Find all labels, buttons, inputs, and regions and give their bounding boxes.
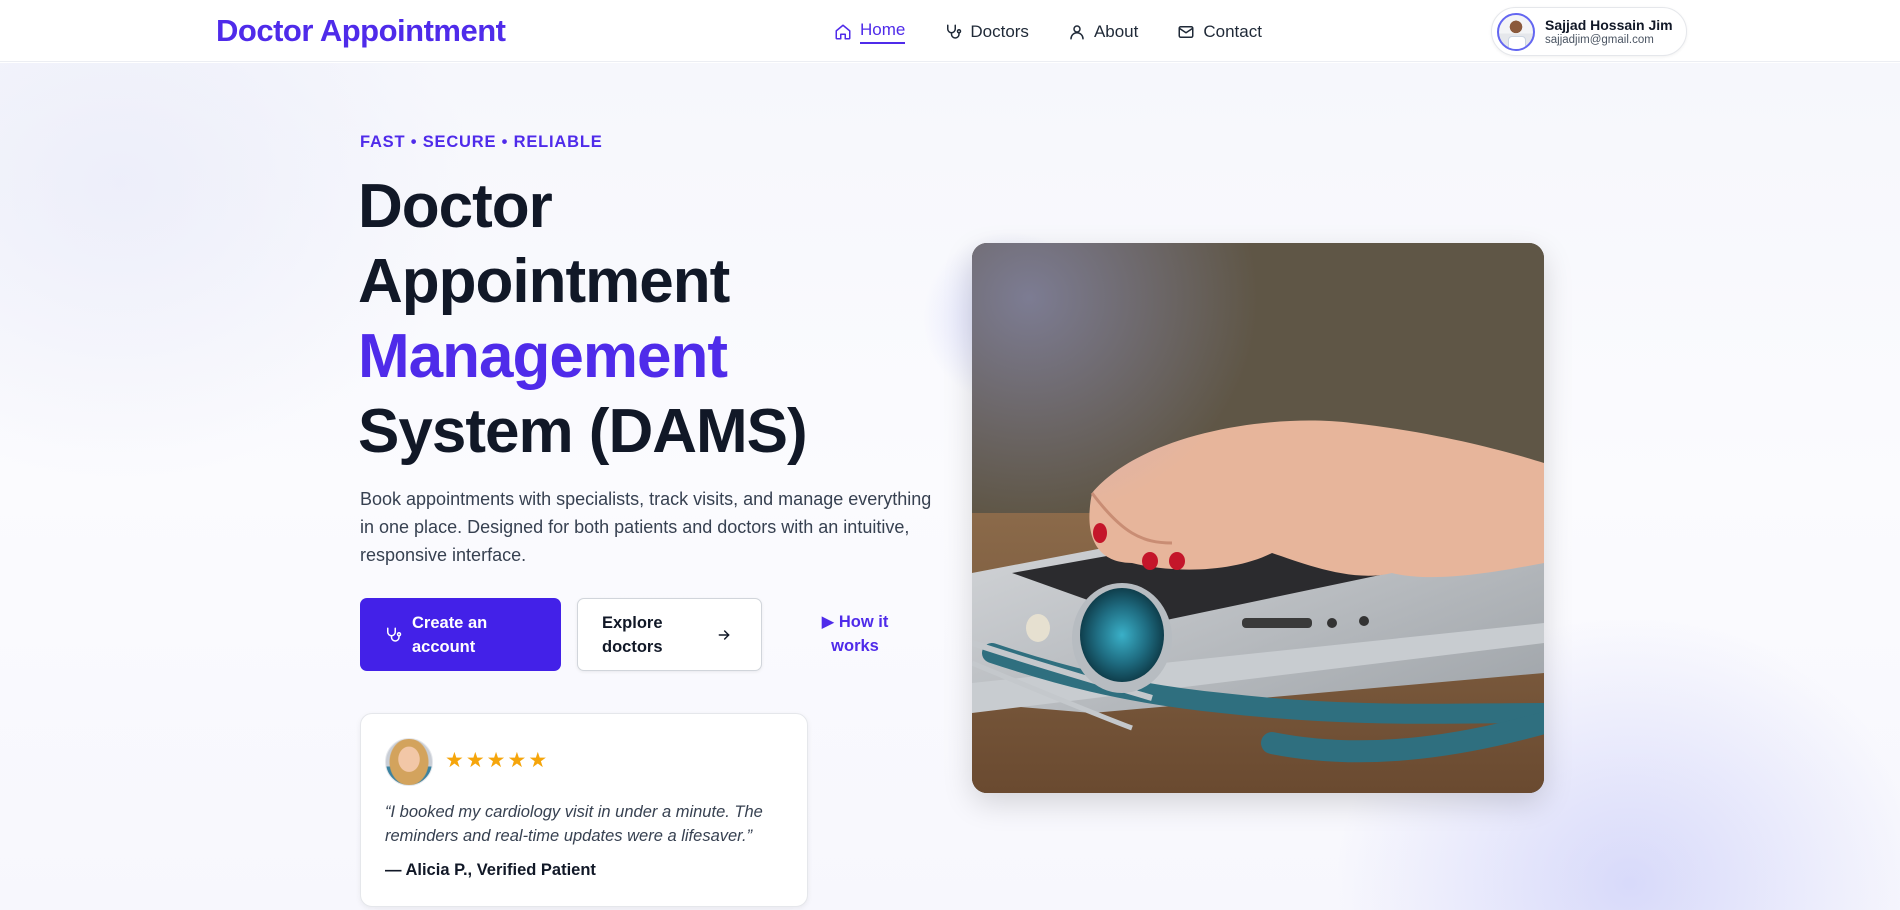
stethoscope-icon bbox=[947, 24, 962, 39]
nav-item-home[interactable]: Home bbox=[834, 18, 906, 46]
user-menu-button[interactable]: Sajjad Hossain Jim sajjadjim@gmail.com bbox=[1491, 7, 1687, 56]
nav-item-about[interactable]: About bbox=[1068, 18, 1138, 46]
explore-doctors-label: Explore doctors bbox=[602, 613, 663, 656]
star-icon: ★ bbox=[486, 749, 506, 772]
hero-title-line4: System (DAMS) bbox=[358, 397, 808, 466]
hero-image bbox=[972, 243, 1544, 793]
user-icon bbox=[1070, 25, 1084, 40]
avatar bbox=[1497, 12, 1535, 51]
nav-label-doctors: Doctors bbox=[970, 22, 1029, 41]
user-info: Sajjad Hossain Jim sajjadjim@gmail.com bbox=[1545, 17, 1673, 47]
create-account-label: Create an account bbox=[412, 613, 488, 656]
star-icon: ★ bbox=[507, 749, 527, 772]
user-email: sajjadjim@gmail.com bbox=[1545, 33, 1654, 46]
brand-logo[interactable]: Doctor Appointment bbox=[216, 13, 506, 49]
nav-item-doctors[interactable]: Doctors bbox=[944, 18, 1029, 46]
testimonial-author: — Alicia P., Verified Patient bbox=[385, 861, 596, 879]
star-icon: ★ bbox=[445, 749, 464, 772]
hero-tagline: FAST • SECURE • RELIABLE bbox=[360, 133, 603, 151]
star-icon: ★ bbox=[465, 749, 485, 772]
main-nav: Home Doctors About Contact bbox=[834, 18, 1301, 46]
explore-doctors-button[interactable]: Explore doctors bbox=[577, 598, 762, 671]
user-name: Sajjad Hossain Jim bbox=[1545, 16, 1673, 33]
hero-description: Book appointments with specialists, trac… bbox=[360, 489, 932, 565]
home-icon bbox=[835, 24, 851, 40]
create-account-button[interactable]: Create an account bbox=[360, 598, 561, 671]
hero-title-line2: Appointment bbox=[358, 247, 730, 316]
avatar bbox=[385, 738, 433, 786]
how-it-works-link[interactable]: ▶ How it works bbox=[815, 610, 895, 658]
arrow-right-icon bbox=[718, 629, 730, 640]
rating-stars: ★ ★ ★ ★ ★ bbox=[445, 749, 548, 772]
navbar: Doctor Appointment Home Doctors About Co… bbox=[0, 0, 1900, 62]
hero-title-line1: Doctor bbox=[358, 172, 553, 241]
nav-label-contact: Contact bbox=[1203, 22, 1262, 41]
hero-section: FAST • SECURE • RELIABLE Doctor Appointm… bbox=[0, 63, 1900, 910]
hero-title: Doctor Appointment Management System (DA… bbox=[358, 169, 918, 469]
nav-label-about: About bbox=[1093, 22, 1139, 41]
star-icon: ★ bbox=[528, 749, 548, 772]
testimonial-quote: “I booked my cardiology visit in under a… bbox=[385, 803, 763, 845]
nav-item-contact[interactable]: Contact bbox=[1177, 18, 1262, 46]
nav-label-home: Home bbox=[860, 20, 906, 44]
stethoscope-icon bbox=[387, 627, 402, 642]
testimonial-card: ★ ★ ★ ★ ★ “I booked my cardiology visit … bbox=[360, 713, 808, 907]
mail-icon bbox=[1178, 26, 1194, 38]
laptop-stethoscope-illustration bbox=[972, 243, 1544, 793]
hero-title-accent: Management bbox=[358, 322, 728, 391]
